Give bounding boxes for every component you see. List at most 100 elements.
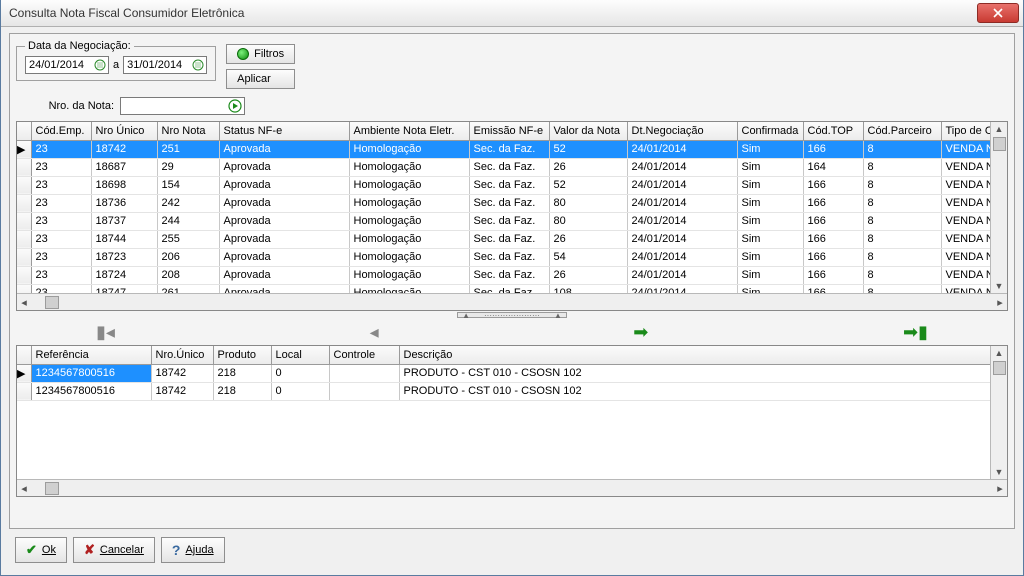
column-header[interactable]: Confirmada <box>737 122 803 140</box>
filtros-button[interactable]: Filtros <box>226 44 295 64</box>
splitter[interactable]: ▲·····················▲ <box>16 311 1008 319</box>
cell[interactable]: 18723 <box>91 248 157 266</box>
cell[interactable]: Homologação <box>349 212 469 230</box>
cell[interactable]: 23 <box>31 230 91 248</box>
cell[interactable]: 26 <box>549 266 627 284</box>
detail-grid[interactable]: ReferênciaNro.ÚnicoProdutoLocalControleD… <box>16 345 1008 497</box>
cell[interactable] <box>329 382 399 400</box>
cell[interactable]: Aprovada <box>219 176 349 194</box>
cell[interactable]: 18747 <box>91 284 157 293</box>
nav-last-icon[interactable]: ➡▮ <box>903 323 928 341</box>
cell[interactable]: 166 <box>803 194 863 212</box>
cell[interactable]: 8 <box>863 176 941 194</box>
column-header[interactable]: Nro Nota <box>157 122 219 140</box>
table-row[interactable]: 231868729AprovadaHomologaçãoSec. da Faz.… <box>17 158 1007 176</box>
cell[interactable]: 0 <box>271 364 329 382</box>
column-header[interactable]: Local <box>271 346 329 364</box>
cell[interactable]: Homologação <box>349 194 469 212</box>
cell[interactable]: 23 <box>31 284 91 293</box>
cell[interactable]: Sim <box>737 284 803 293</box>
cell[interactable]: 23 <box>31 248 91 266</box>
main-grid[interactable]: Cód.Emp.Nro ÚnicoNro NotaStatus NF-eAmbi… <box>16 121 1008 311</box>
table-row[interactable]: 2318698154AprovadaHomologaçãoSec. da Faz… <box>17 176 1007 194</box>
cell[interactable]: Sim <box>737 212 803 230</box>
titlebar[interactable]: Consulta Nota Fiscal Consumidor Eletrôni… <box>1 0 1023 27</box>
hscroll-thumb[interactable] <box>45 296 59 309</box>
ajuda-button[interactable]: ? Ajuda <box>161 537 225 563</box>
cell[interactable]: 18742 <box>151 382 213 400</box>
table-row[interactable]: 2318744255AprovadaHomologaçãoSec. da Faz… <box>17 230 1007 248</box>
date-from-field[interactable] <box>25 56 109 74</box>
cell[interactable]: Sec. da Faz. <box>469 140 549 158</box>
column-header[interactable]: Cód.Emp. <box>31 122 91 140</box>
cell[interactable]: Aprovada <box>219 284 349 293</box>
cell[interactable]: 206 <box>157 248 219 266</box>
cell[interactable]: Aprovada <box>219 158 349 176</box>
main-grid-table[interactable]: Cód.Emp.Nro ÚnicoNro NotaStatus NF-eAmbi… <box>17 122 1007 293</box>
column-header[interactable]: Ambiente Nota Eletr. <box>349 122 469 140</box>
cell[interactable]: 26 <box>549 230 627 248</box>
cell[interactable]: Aprovada <box>219 248 349 266</box>
table-row[interactable]: 1234567800516187422180PRODUTO - CST 010 … <box>17 382 1007 400</box>
cell[interactable]: 242 <box>157 194 219 212</box>
cell[interactable]: Sec. da Faz. <box>469 194 549 212</box>
column-header[interactable]: Emissão NF-e <box>469 122 549 140</box>
nav-next-icon[interactable]: ➡ <box>633 323 648 341</box>
cell[interactable]: 166 <box>803 176 863 194</box>
table-row[interactable]: 2318723206AprovadaHomologaçãoSec. da Faz… <box>17 248 1007 266</box>
cell[interactable]: 164 <box>803 158 863 176</box>
cell[interactable]: Aprovada <box>219 266 349 284</box>
cell[interactable]: 251 <box>157 140 219 158</box>
cell[interactable]: Homologação <box>349 140 469 158</box>
scroll-down-icon[interactable]: ▼ <box>995 465 1004 479</box>
cell[interactable]: 23 <box>31 140 91 158</box>
cell[interactable]: 23 <box>31 266 91 284</box>
cell[interactable]: Homologação <box>349 248 469 266</box>
cell[interactable]: 52 <box>549 140 627 158</box>
date-to-field[interactable] <box>123 56 207 74</box>
close-button[interactable] <box>977 3 1019 23</box>
cell[interactable] <box>329 364 399 382</box>
horizontal-scrollbar[interactable]: ◂ ▸ <box>17 479 1007 496</box>
cell[interactable]: 23 <box>31 194 91 212</box>
horizontal-scrollbar[interactable]: ◂ ▸ <box>17 293 1007 310</box>
cell[interactable]: 8 <box>863 194 941 212</box>
cell[interactable]: 1234567800516 <box>31 382 151 400</box>
cell[interactable]: Homologação <box>349 266 469 284</box>
cell[interactable]: Sim <box>737 230 803 248</box>
cell[interactable]: 54 <box>549 248 627 266</box>
table-row[interactable]: ▶2318742251AprovadaHomologaçãoSec. da Fa… <box>17 140 1007 158</box>
calendar-icon[interactable] <box>190 57 206 73</box>
cell[interactable]: 18724 <box>91 266 157 284</box>
cell[interactable]: Sim <box>737 194 803 212</box>
cell[interactable]: 24/01/2014 <box>627 194 737 212</box>
cell[interactable]: 218 <box>213 364 271 382</box>
cell[interactable]: 80 <box>549 194 627 212</box>
cell[interactable]: 8 <box>863 230 941 248</box>
cell[interactable]: Sim <box>737 266 803 284</box>
table-row[interactable]: 2318747261AprovadaHomologaçãoSec. da Faz… <box>17 284 1007 293</box>
cell[interactable]: 24/01/2014 <box>627 176 737 194</box>
scroll-thumb[interactable] <box>993 361 1006 375</box>
cell[interactable]: 80 <box>549 212 627 230</box>
cell[interactable]: 255 <box>157 230 219 248</box>
cell[interactable]: Aprovada <box>219 194 349 212</box>
cell[interactable]: 26 <box>549 158 627 176</box>
cell[interactable]: Homologação <box>349 230 469 248</box>
nav-prev-icon[interactable]: ◂ <box>370 323 379 341</box>
cell[interactable]: Homologação <box>349 284 469 293</box>
vertical-scrollbar[interactable]: ▲ ▼ <box>990 122 1007 293</box>
cell[interactable]: 18687 <box>91 158 157 176</box>
vertical-scrollbar[interactable]: ▲ ▼ <box>990 346 1007 479</box>
column-header[interactable]: Status NF-e <box>219 122 349 140</box>
cell[interactable]: Sec. da Faz. <box>469 158 549 176</box>
scroll-down-icon[interactable]: ▼ <box>995 279 1004 293</box>
column-header[interactable]: Nro.Único <box>151 346 213 364</box>
cell[interactable]: Aprovada <box>219 212 349 230</box>
cell[interactable]: 23 <box>31 212 91 230</box>
cell[interactable]: Sec. da Faz. <box>469 212 549 230</box>
cell[interactable]: 24/01/2014 <box>627 248 737 266</box>
cell[interactable]: PRODUTO - CST 010 - CSOSN 102 <box>399 382 1007 400</box>
cell[interactable]: Sec. da Faz. <box>469 284 549 293</box>
cell[interactable]: 8 <box>863 212 941 230</box>
